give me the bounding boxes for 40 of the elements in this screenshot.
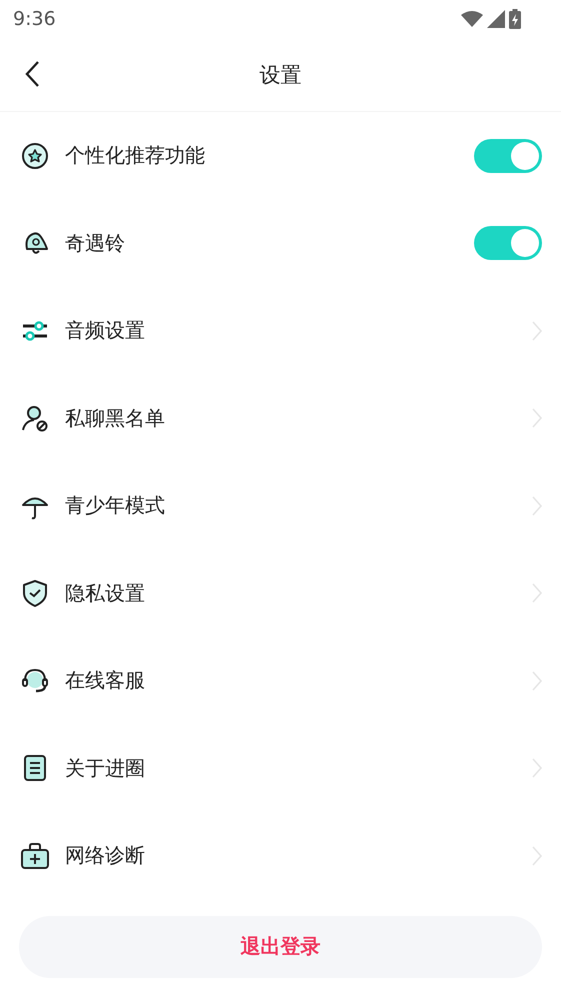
settings-row[interactable]: 音频设置 (0, 287, 561, 374)
chevron-icon (532, 496, 542, 516)
settings-row[interactable]: 关于进圈 (0, 724, 561, 812)
settings-row[interactable]: 网络诊断 (0, 812, 561, 900)
chevron-icon (532, 320, 542, 341)
row-label: 私聊黑名单 (65, 404, 166, 432)
document-icon (21, 754, 49, 782)
person-blocked-icon (21, 404, 49, 432)
row-label: 个性化推荐功能 (65, 142, 206, 170)
toggle-switch[interactable] (474, 138, 542, 173)
back-icon[interactable] (24, 60, 40, 88)
row-label: 音频设置 (65, 317, 146, 344)
settings-row[interactable]: 在线客服 (0, 637, 561, 724)
settings-row[interactable]: 奇遇铃 (0, 200, 561, 287)
wifi-icon (461, 11, 483, 27)
row-label: 隐私设置 (65, 580, 146, 607)
chevron-icon (532, 583, 542, 604)
chevron-icon (532, 670, 542, 691)
shield-check-icon (21, 579, 49, 608)
battery-icon (509, 9, 521, 29)
signal-icon (487, 10, 505, 28)
page-title: 设置 (260, 62, 302, 88)
row-label: 网络诊断 (65, 842, 146, 870)
row-label: 在线客服 (65, 667, 146, 694)
status-time: 9:36 (13, 8, 56, 30)
chevron-icon (532, 758, 542, 778)
toggle-switch[interactable] (474, 226, 542, 260)
settings-row[interactable]: 隐私设置 (0, 550, 561, 637)
settings-row[interactable]: 私聊黑名单 (0, 374, 561, 462)
star-badge-icon (21, 142, 49, 170)
settings-row[interactable]: 青少年模式 (0, 462, 561, 550)
row-label: 奇遇铃 (65, 230, 126, 257)
row-label: 关于进圈 (65, 754, 146, 782)
chevron-icon (532, 408, 542, 428)
settings-row[interactable]: 个性化推荐功能 (0, 112, 561, 200)
chevron-icon (532, 846, 542, 866)
headset-icon (21, 666, 49, 695)
medical-kit-icon (21, 842, 49, 870)
row-label: 青少年模式 (65, 492, 166, 520)
logout-button[interactable]: 退出登录 (19, 916, 542, 978)
